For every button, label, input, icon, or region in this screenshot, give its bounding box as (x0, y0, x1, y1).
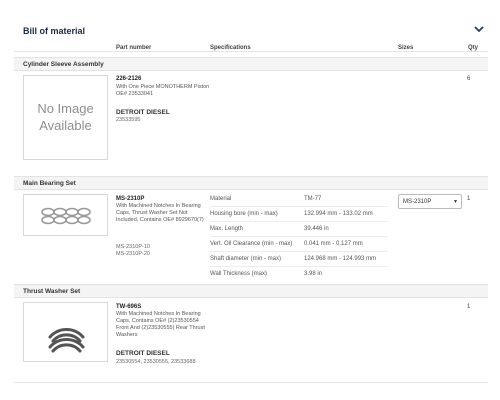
section-title: Cylinder Sleeve Assembly (23, 61, 104, 68)
bom-header[interactable]: Bill of material (14, 16, 488, 52)
thrust-washer-image (48, 328, 85, 353)
spec-label: Max. Length (210, 226, 244, 232)
part-description: With One Piece MONOTHERM Piston OE# 2353… (116, 84, 209, 98)
spec-label: Vert. Oil Clearance (min - max) (210, 241, 293, 247)
qty-value: 6 (467, 76, 471, 82)
dropdown-arrow-icon: ▾ (453, 199, 457, 205)
chevron-down-icon[interactable] (472, 22, 486, 36)
qty-value: 1 (467, 196, 471, 202)
description-line: Caps, Contains OE# (2)23530554 (116, 318, 199, 324)
section-header-main-bearing: Main Bearing Set (14, 176, 488, 190)
brand-name: DETROIT DIESEL (116, 109, 170, 116)
part-description: With Machined Notches In Bearing Caps, C… (116, 311, 205, 339)
bearing-set-image (41, 207, 91, 225)
description-line: With Machined Notches In Bearing (116, 311, 201, 317)
spec-label: Shaft diameter (min - max) (210, 256, 282, 262)
section-header-cylinder-sleeve: Cylinder Sleeve Assembly (14, 57, 488, 71)
description-line: Washers (116, 332, 138, 338)
spec-label: Housing bore (min - max) (210, 211, 278, 217)
spec-value: TM-77 (304, 196, 322, 202)
spec-divider (210, 236, 388, 237)
part-number[interactable]: MS-2310P (116, 196, 144, 202)
section-title: Thrust Washer Set (23, 288, 81, 295)
section-title: Main Bearing Set (23, 180, 76, 187)
description-line: Caps, Thrust Washer Set Not (116, 210, 188, 216)
spec-value: 132.994 mm - 133.02 mm (304, 211, 373, 217)
description-line: Front And (2)23530555) Rear Thrust (116, 325, 205, 331)
description-line: Included, Contains OE# 8929670(7) (116, 217, 204, 223)
spec-label: Wall Thickness (max) (210, 271, 268, 277)
variant-list: MS-2310P-10 MS-2310P-20 (116, 244, 150, 258)
size-select[interactable]: MS-2310P ▾ (398, 194, 462, 209)
spec-value: 39.446 in (304, 226, 329, 232)
col-qty: Qty (468, 45, 479, 51)
spec-divider (210, 206, 388, 207)
part-image (23, 302, 108, 362)
spec-value: 0.041 mm - 0.127 mm (304, 241, 363, 247)
col-sizes: Sizes (398, 45, 414, 51)
col-specifications: Specifications (210, 45, 251, 51)
col-part-number: Part number (116, 45, 152, 51)
spec-divider (210, 221, 388, 222)
part-number[interactable]: 226-2126 (116, 76, 141, 82)
brand-numbers: 23530554, 23530555, 23533688 (116, 359, 196, 365)
no-image-text: No Image (37, 101, 94, 116)
variant-item[interactable]: MS-2310P-20 (116, 251, 150, 258)
part-number[interactable]: TW-696S (116, 304, 141, 310)
part-description: With Machined Notches In Bearing Caps, T… (116, 203, 204, 224)
description-line: With Machined Notches In Bearing (116, 203, 201, 209)
part-image-placeholder: No Image Available (23, 75, 108, 160)
spec-value: 124.968 mm - 124.993 mm (304, 256, 377, 262)
brand-numbers: 23533595 (116, 117, 141, 123)
spec-label: Material (210, 196, 232, 202)
qty-value: 1 (467, 304, 471, 310)
description-line: With One Piece MONOTHERM Piston (116, 84, 210, 90)
section-header-thrust-washer: Thrust Washer Set (14, 284, 488, 298)
spec-divider (210, 266, 388, 267)
size-select-value: MS-2310P (403, 199, 432, 205)
part-image (23, 194, 108, 236)
brand-name: DETROIT DIESEL (116, 350, 170, 357)
description-line: OE# 23533041 (116, 91, 154, 97)
spec-divider (210, 251, 388, 252)
bom-title: Bill of material (23, 26, 86, 36)
available-text: Available (39, 118, 92, 133)
spec-value: 3.98 in (304, 271, 323, 277)
variant-item[interactable]: MS-2310P-10 (116, 244, 150, 251)
table-bottom-divider (14, 382, 488, 383)
